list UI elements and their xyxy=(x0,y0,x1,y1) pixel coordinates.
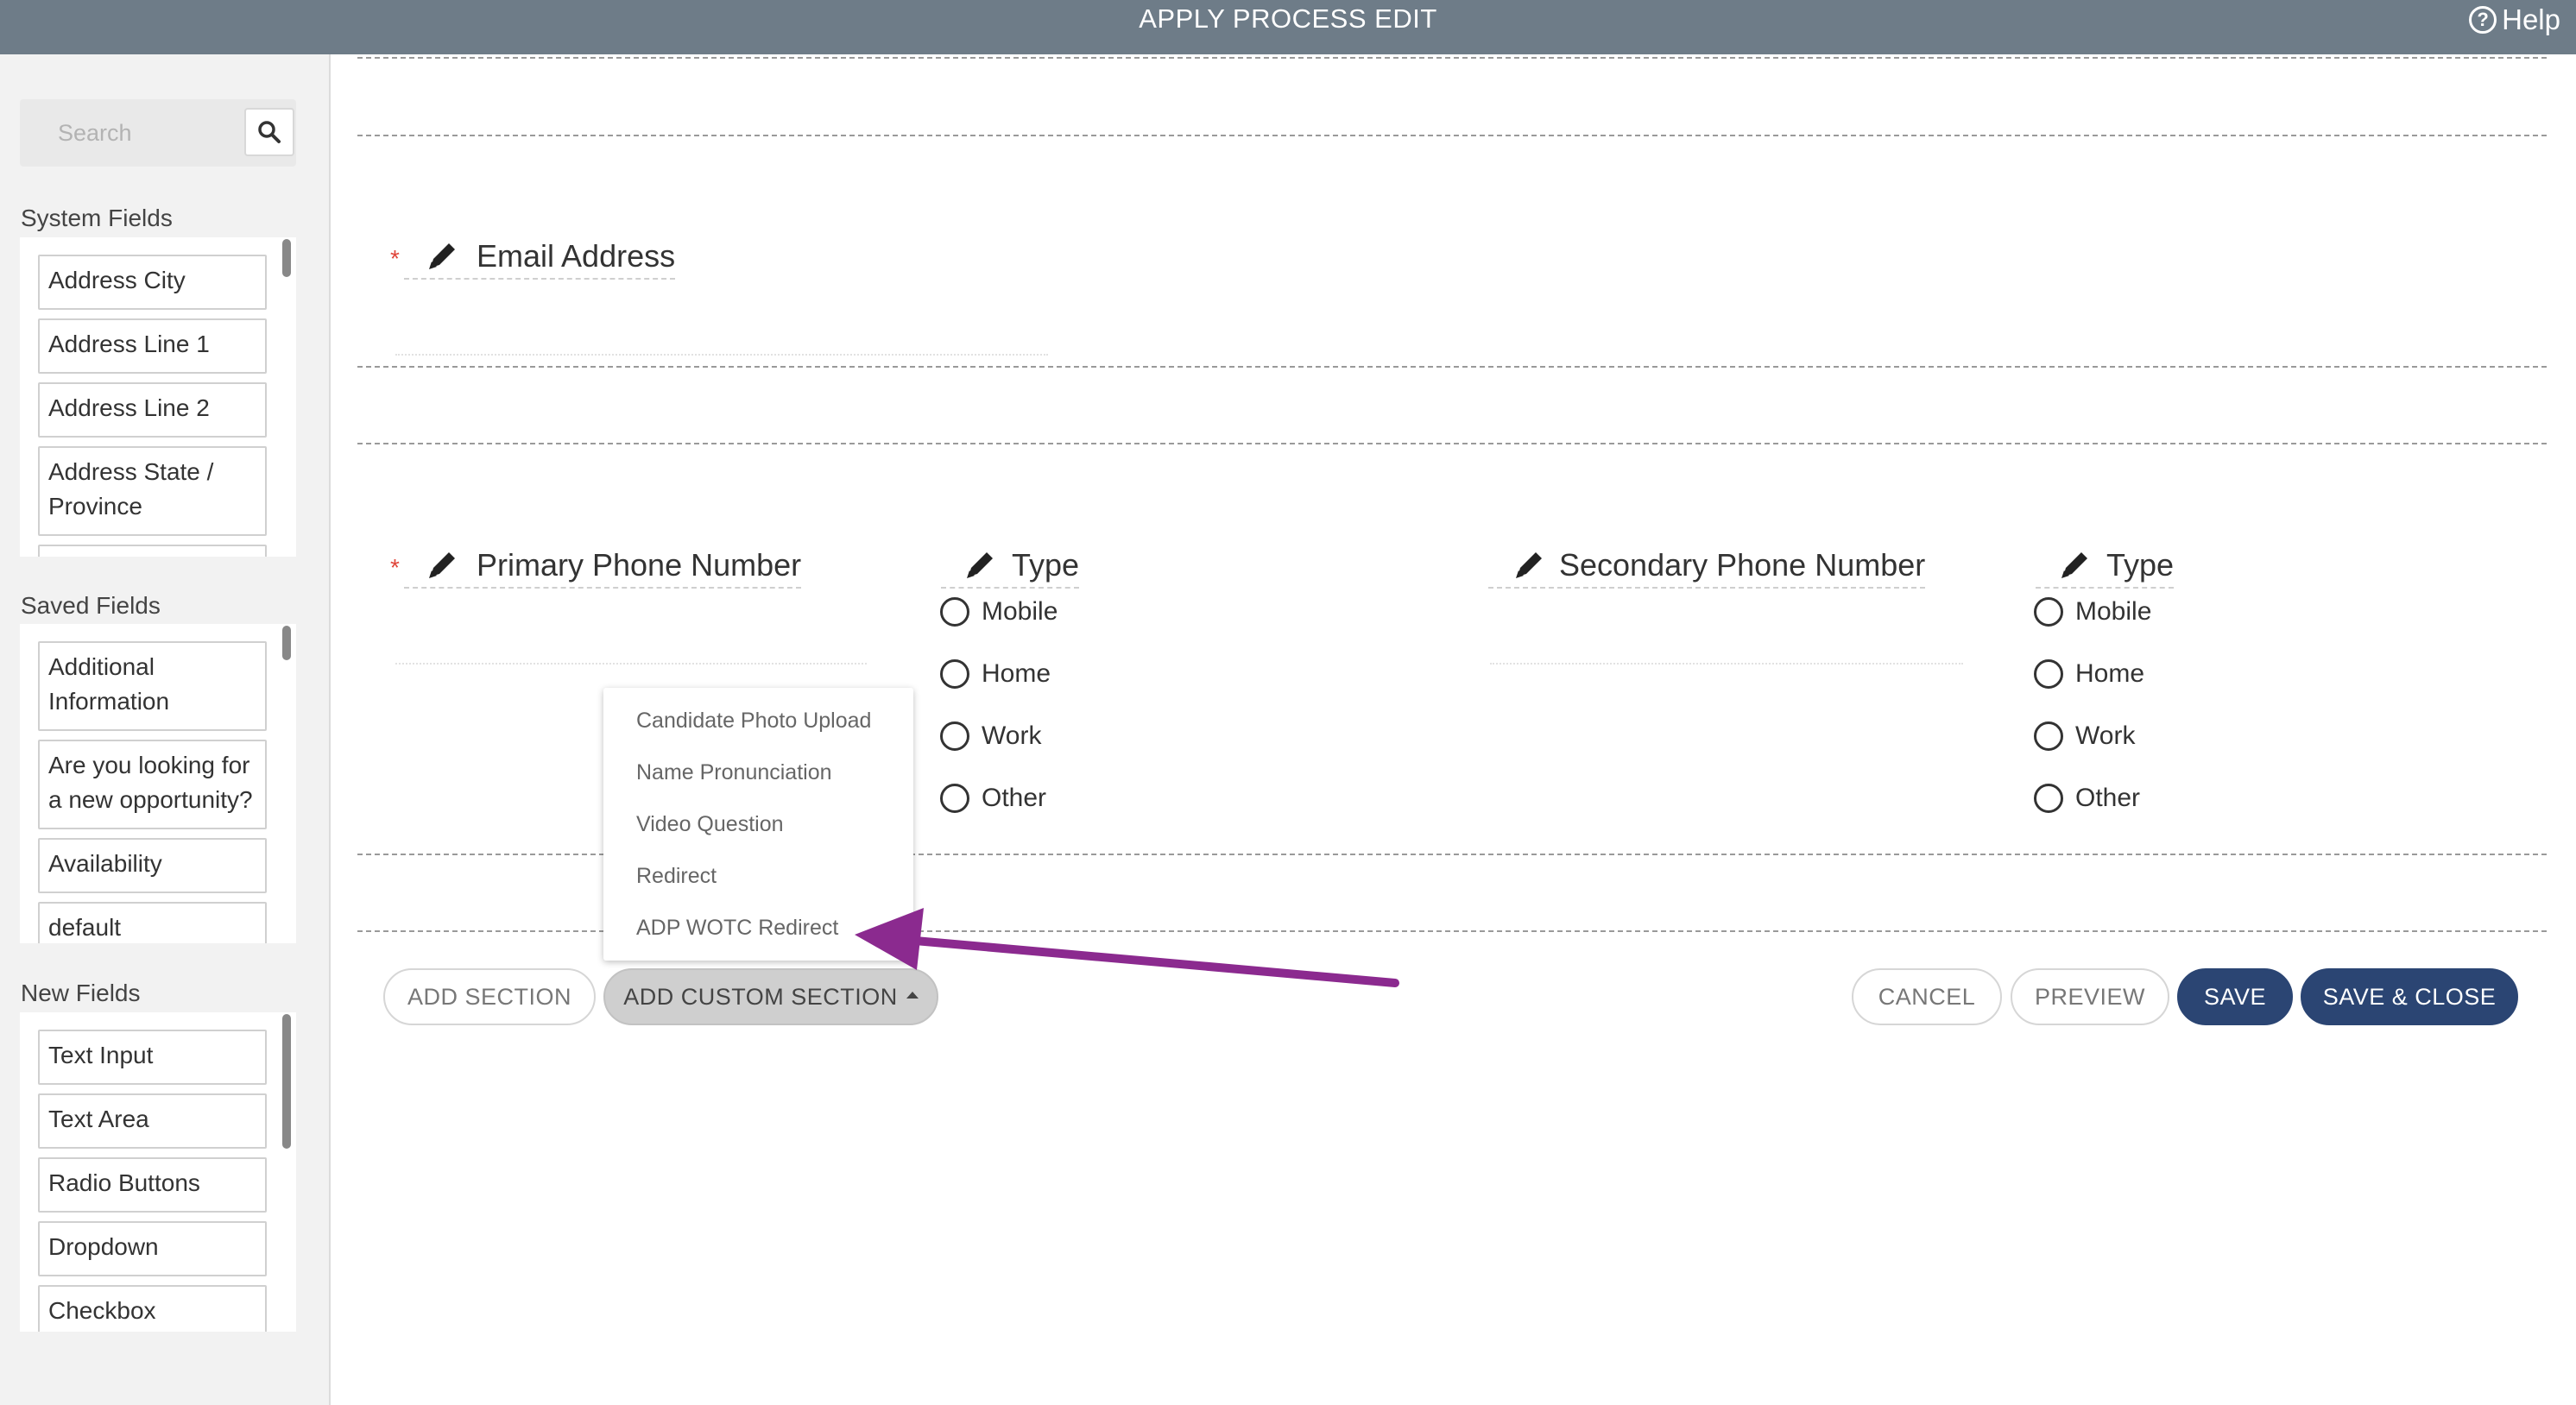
annotation-arrow xyxy=(855,908,1399,987)
field-item[interactable]: Text Input xyxy=(38,1030,267,1085)
cancel-button[interactable]: CANCEL xyxy=(1852,968,2002,1025)
radio-label: Mobile xyxy=(2075,597,2152,626)
section-divider xyxy=(357,443,2547,444)
system-fields-list[interactable]: Address City Address Line 1 Address Line… xyxy=(20,237,296,557)
help-label: Help xyxy=(2502,3,2560,35)
field-item[interactable]: Text Area xyxy=(38,1093,267,1149)
email-address-label[interactable]: Email Address xyxy=(404,238,676,280)
search-button[interactable] xyxy=(244,108,294,156)
radio-option-work[interactable]: Work xyxy=(2034,721,2135,751)
search-input[interactable] xyxy=(20,99,244,167)
email-input-line[interactable] xyxy=(395,354,1048,356)
secondary-phone-label[interactable]: Secondary Phone Number xyxy=(1488,547,1926,589)
field-item[interactable]: Address Line 2 xyxy=(38,382,267,438)
field-palette-sidebar: System Fields Address City Address Line … xyxy=(0,54,331,1405)
radio-label: Home xyxy=(2075,659,2145,688)
secondary-phone-input-line[interactable] xyxy=(1490,663,1963,665)
top-bar: APPLY PROCESS EDIT ? Help xyxy=(0,0,2576,54)
saved-fields-title: Saved Fields xyxy=(21,592,161,619)
field-item[interactable]: Additional Information xyxy=(38,641,267,731)
radio-option-other[interactable]: Other xyxy=(940,784,1046,813)
section-divider xyxy=(357,366,2547,368)
radio-button[interactable] xyxy=(2034,597,2063,627)
field-item[interactable]: Dropdown xyxy=(38,1221,267,1276)
radio-label: Home xyxy=(982,659,1051,688)
radio-label: Mobile xyxy=(982,597,1058,626)
scrollbar-thumb[interactable] xyxy=(282,626,291,660)
primary-phone-input-line[interactable] xyxy=(395,663,867,665)
radio-option-home[interactable]: Home xyxy=(2034,659,2144,689)
scrollbar-thumb[interactable] xyxy=(282,239,291,277)
radio-option-home[interactable]: Home xyxy=(940,659,1051,689)
add-custom-section-label: ADD CUSTOM SECTION xyxy=(623,983,898,1010)
system-fields-title: System Fields xyxy=(21,205,173,231)
field-item[interactable]: Address Line 1 xyxy=(38,318,267,374)
help-link[interactable]: ? Help xyxy=(2469,3,2560,36)
section-divider xyxy=(357,135,2547,136)
menu-item-video-question[interactable]: Video Question xyxy=(636,812,784,837)
add-section-button[interactable]: ADD SECTION xyxy=(383,968,596,1025)
required-marker: * xyxy=(390,245,400,272)
field-item[interactable]: Address State / Province xyxy=(38,446,267,536)
save-and-close-button[interactable]: SAVE & CLOSE xyxy=(2301,968,2518,1025)
custom-section-menu: Candidate Photo Upload Name Pronunciatio… xyxy=(603,688,913,961)
radio-button[interactable] xyxy=(2034,784,2063,813)
radio-label: Work xyxy=(982,721,1042,750)
section-divider xyxy=(357,57,2547,59)
primary-type-label[interactable]: Type xyxy=(941,547,1080,589)
menu-item-name-pronunciation[interactable]: Name Pronunciation xyxy=(636,760,832,785)
radio-label: Work xyxy=(2075,721,2136,750)
new-fields-title: New Fields xyxy=(21,980,141,1006)
field-item[interactable]: Are you looking for a new opportunity? xyxy=(38,740,267,829)
field-item[interactable]: Availability xyxy=(38,838,267,893)
required-marker: * xyxy=(390,554,400,581)
radio-button[interactable] xyxy=(940,597,969,627)
radio-option-mobile[interactable]: Mobile xyxy=(940,597,1058,627)
radio-option-mobile[interactable]: Mobile xyxy=(2034,597,2151,627)
preview-button[interactable]: PREVIEW xyxy=(2011,968,2169,1025)
scrollbar-thumb[interactable] xyxy=(282,1014,291,1149)
menu-item-candidate-photo-upload[interactable]: Candidate Photo Upload xyxy=(636,709,871,734)
add-custom-section-button[interactable]: ADD CUSTOM SECTION xyxy=(603,968,938,1025)
caret-up-icon xyxy=(906,992,919,999)
radio-option-work[interactable]: Work xyxy=(940,721,1041,751)
search-box xyxy=(20,99,296,167)
secondary-type-label[interactable]: Type xyxy=(2036,547,2175,589)
field-item[interactable]: Checkbox xyxy=(38,1285,267,1332)
save-button[interactable]: SAVE xyxy=(2177,968,2293,1025)
radio-button[interactable] xyxy=(940,721,969,751)
menu-item-adp-wotc-redirect[interactable]: ADP WOTC Redirect xyxy=(636,916,838,941)
search-icon xyxy=(258,121,281,143)
field-item[interactable]: Address City xyxy=(38,255,267,310)
radio-button[interactable] xyxy=(940,784,969,813)
field-item[interactable] xyxy=(38,545,267,557)
radio-label: Other xyxy=(2075,784,2141,812)
field-item[interactable]: default xyxy=(38,902,267,943)
radio-button[interactable] xyxy=(2034,659,2063,689)
new-fields-list[interactable]: Text Input Text Area Radio Buttons Dropd… xyxy=(20,1012,296,1332)
help-circle-icon: ? xyxy=(2469,6,2497,34)
radio-button[interactable] xyxy=(940,659,969,689)
radio-label: Other xyxy=(982,784,1047,812)
page-title: APPLY PROCESS EDIT xyxy=(1139,3,1437,34)
menu-item-redirect[interactable]: Redirect xyxy=(636,864,717,889)
field-item[interactable]: Radio Buttons xyxy=(38,1157,267,1213)
radio-option-other[interactable]: Other xyxy=(2034,784,2140,813)
primary-phone-label[interactable]: Primary Phone Number xyxy=(404,547,802,589)
radio-button[interactable] xyxy=(2034,721,2063,751)
saved-fields-list[interactable]: Additional Information Are you looking f… xyxy=(20,624,296,943)
